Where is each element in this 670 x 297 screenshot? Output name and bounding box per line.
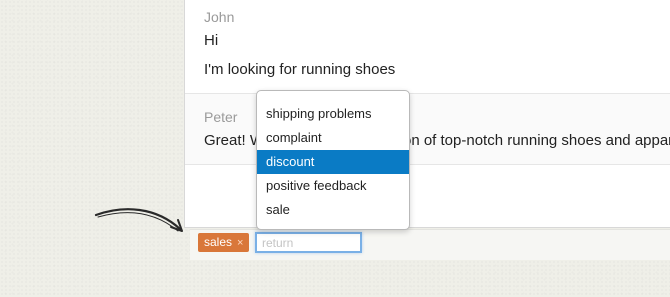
close-icon[interactable]: × (237, 237, 243, 249)
hand-drawn-arrow-icon (94, 208, 183, 232)
suggestion-option[interactable]: sale (257, 198, 409, 222)
suggestion-option[interactable]: shipping problems (257, 102, 409, 126)
message: John Hi I'm looking for running shoes (185, 0, 670, 94)
tag-label: sales (204, 235, 233, 249)
tag-chip[interactable]: sales × (198, 233, 250, 252)
message-author: John (204, 9, 235, 25)
message-author: Peter (204, 109, 238, 125)
tag-input[interactable] (255, 232, 362, 253)
suggestion-option-selected[interactable]: discount (257, 150, 409, 174)
message-text: I'm looking for running shoes (204, 61, 396, 78)
suggestion-option[interactable]: complaint (257, 126, 409, 150)
suggestion-option[interactable]: positive feedback (257, 174, 409, 198)
tag-suggestions-dropdown: shipping problems complaint discount pos… (256, 90, 410, 230)
message-text: Hi (204, 32, 219, 49)
